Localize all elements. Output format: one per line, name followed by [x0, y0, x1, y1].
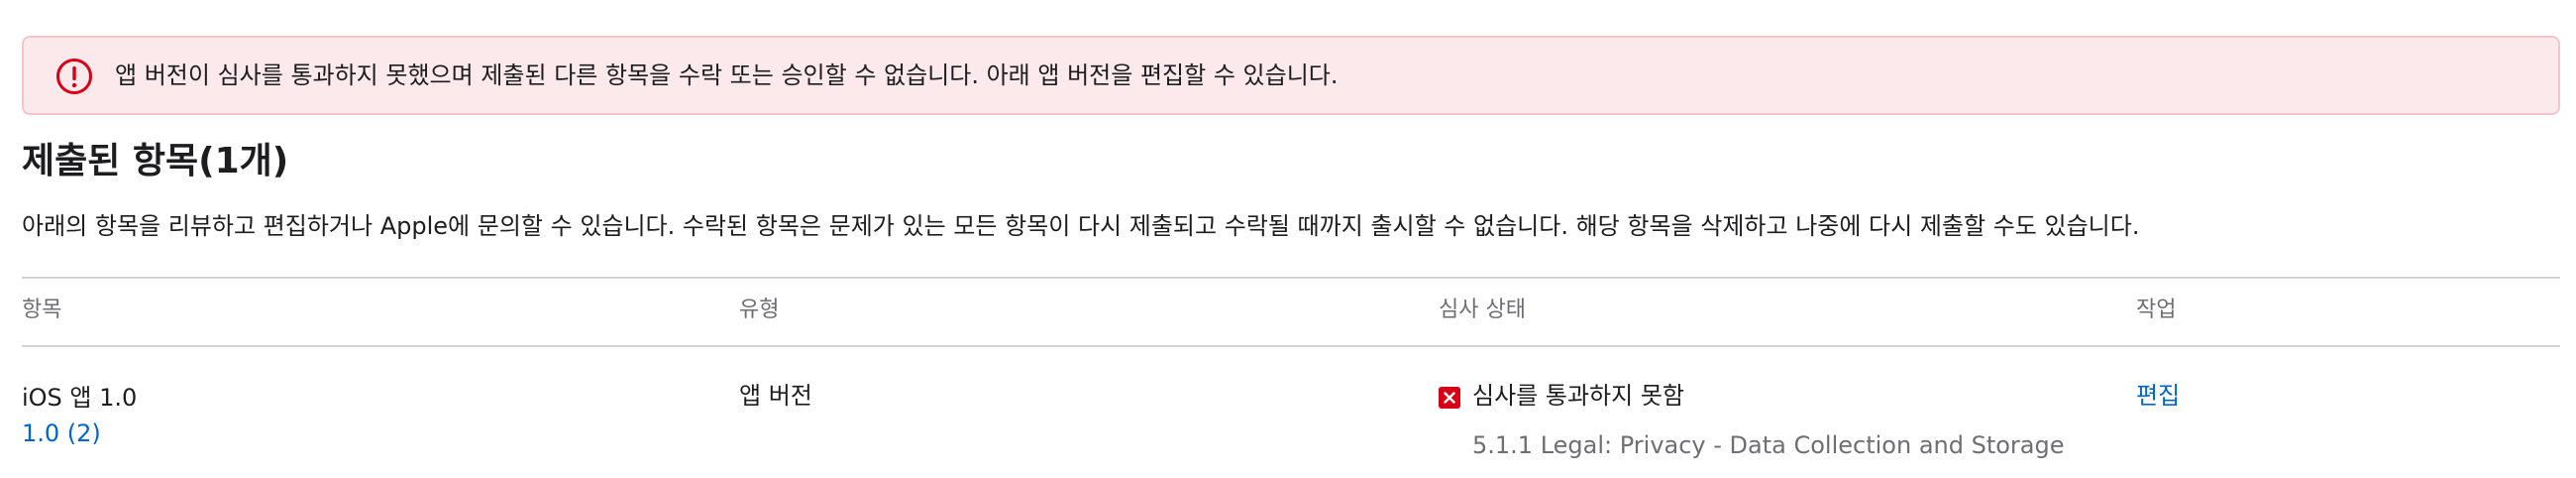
- item-type: 앱 버전: [739, 382, 812, 410]
- column-header-item: 항목: [22, 298, 62, 322]
- review-status-text: 심사를 통과하지 못함: [1472, 382, 1684, 410]
- alert-message: 앱 버전이 심사를 통과하지 못했으며 제출된 다른 항목을 수락 또는 승인할…: [115, 61, 1339, 89]
- column-header-review-status: 심사 상태: [1439, 298, 1526, 322]
- edit-link[interactable]: 편집: [2136, 378, 2180, 414]
- exclamation-circle-icon: [56, 59, 92, 94]
- x-mark-icon: [1439, 387, 1460, 409]
- item-version-link[interactable]: 1.0 (2): [22, 416, 101, 451]
- table-header-divider: [22, 345, 2560, 347]
- section-description: 아래의 항목을 리뷰하고 편집하거나 Apple에 문의할 수 있습니다. 수락…: [22, 212, 2140, 240]
- table-top-divider: [22, 277, 2560, 279]
- column-header-type: 유형: [739, 298, 780, 322]
- section-title: 제출된 항목(1개): [22, 141, 289, 181]
- column-header-action: 작업: [2136, 298, 2177, 322]
- item-name: iOS 앱 1.0: [22, 384, 138, 412]
- guideline-reference: 5.1.1 Legal: Privacy - Data Collection a…: [1472, 431, 2065, 459]
- rejection-alert-banner: 앱 버전이 심사를 통과하지 못했으며 제출된 다른 항목을 수락 또는 승인할…: [22, 36, 2560, 115]
